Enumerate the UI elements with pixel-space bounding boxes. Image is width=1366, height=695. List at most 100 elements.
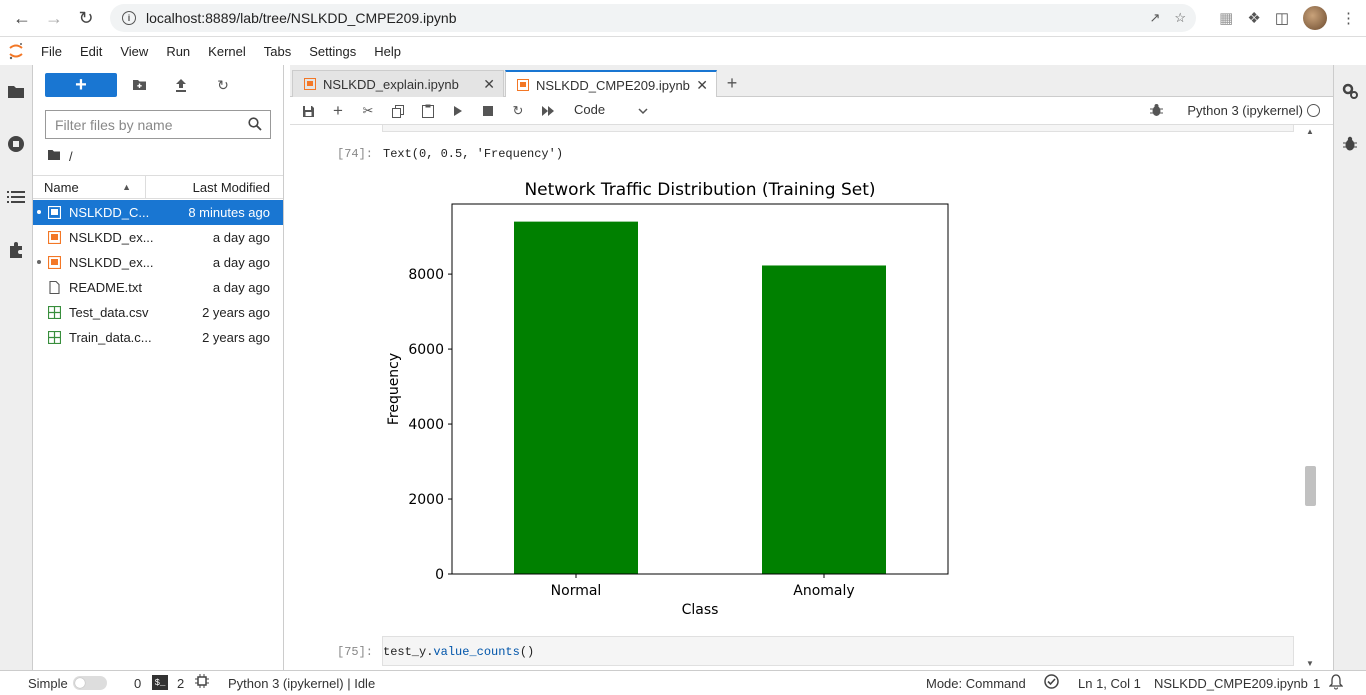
extension-icon[interactable]: ▦ xyxy=(1219,9,1233,27)
breadcrumb-root[interactable]: / xyxy=(69,149,73,164)
file-modified: 8 minutes ago xyxy=(188,205,270,220)
sort-ascending-icon: ▲ xyxy=(122,182,131,192)
menu-tabs[interactable]: Tabs xyxy=(255,44,300,59)
fast-forward-icon[interactable] xyxy=(540,103,556,119)
cursor-position[interactable]: Ln 1, Col 1 xyxy=(1078,676,1141,691)
notebook-content[interactable]: [74]: Text(0, 0.5, 'Frequency') Normal An… xyxy=(290,125,1320,670)
notification-count[interactable]: 1 xyxy=(1313,676,1320,691)
puzzle-icon[interactable]: ❖ xyxy=(1247,9,1260,27)
table-of-contents-icon[interactable] xyxy=(6,187,26,207)
debugger-bug-icon[interactable] xyxy=(1150,103,1163,120)
refresh-icon[interactable]: ↻ xyxy=(213,75,233,95)
file-modified: 2 years ago xyxy=(202,330,270,345)
kernels-count[interactable]: 2 xyxy=(177,676,184,691)
chevron-down-icon[interactable] xyxy=(638,103,648,118)
upload-icon[interactable] xyxy=(171,75,191,95)
code-cell[interactable]: test_y.value_counts() xyxy=(382,636,1294,666)
tab-nslkdd-explain[interactable]: NSLKDD_explain.ipynb ✕ xyxy=(292,70,504,97)
paste-icon[interactable] xyxy=(420,103,436,119)
extensions-puzzle-icon[interactable] xyxy=(6,240,26,260)
file-row-test-data[interactable]: Test_data.csv 2 years ago xyxy=(33,300,283,325)
property-inspector-gear-icon[interactable] xyxy=(1340,81,1360,101)
close-tab-icon[interactable]: ✕ xyxy=(483,76,495,93)
previous-code-cell[interactable] xyxy=(382,125,1294,132)
cell-type-dropdown[interactable]: Code xyxy=(574,102,605,117)
file-name: README.txt xyxy=(69,280,142,295)
input-prompt: [75]: xyxy=(337,645,374,659)
terminal-icon[interactable]: $_ xyxy=(152,675,168,690)
reload-icon[interactable]: ↻ xyxy=(70,2,102,34)
simple-mode-toggle[interactable] xyxy=(73,676,107,690)
menu-file[interactable]: File xyxy=(32,44,71,59)
file-row-train-data[interactable]: Train_data.c... 2 years ago xyxy=(33,325,283,350)
y-tick-label: 6000 xyxy=(408,342,444,358)
site-info-icon[interactable]: i xyxy=(122,11,136,25)
save-icon[interactable] xyxy=(300,103,316,119)
stop-icon[interactable] xyxy=(480,103,496,119)
file-filter-input[interactable]: Filter files by name xyxy=(45,110,271,139)
menu-view[interactable]: View xyxy=(111,44,157,59)
menu-run[interactable]: Run xyxy=(157,44,199,59)
debugger-icon[interactable] xyxy=(1340,134,1360,154)
bar-chart: Normal Anomaly 0 2000 4000 6000 8000 Network Tr… xyxy=(386,180,949,618)
simple-mode-label: Simple xyxy=(28,676,68,691)
close-tab-icon[interactable]: ✕ xyxy=(696,77,708,94)
tab-nslkdd-cmpe209[interactable]: NSLKDD_CMPE209.ipynb ✕ xyxy=(505,70,717,98)
address-bar[interactable]: i localhost:8889/lab/tree/NSLKDD_CMPE209… xyxy=(110,4,1196,32)
kernel-name[interactable]: Python 3 (ipykernel) xyxy=(1187,103,1303,118)
menu-settings[interactable]: Settings xyxy=(300,44,365,59)
kernel-chip-icon[interactable] xyxy=(195,674,209,691)
back-icon[interactable]: ← xyxy=(6,2,38,34)
file-row-readme[interactable]: README.txt a day ago xyxy=(33,275,283,300)
avatar[interactable] xyxy=(1303,6,1327,30)
scroll-down-icon[interactable]: ▼ xyxy=(1306,659,1314,668)
kebab-menu-icon[interactable]: ⋮ xyxy=(1341,9,1356,27)
code-line[interactable]: test_y.value_counts() xyxy=(383,645,534,659)
kernel-status-text[interactable]: Python 3 (ipykernel) | Idle xyxy=(228,676,375,691)
bar-anomaly xyxy=(762,265,886,574)
bookmark-star-icon[interactable]: ☆ xyxy=(1174,10,1186,26)
last-modified-column-header[interactable]: Last Modified xyxy=(146,180,283,195)
document-tabbar: NSLKDD_explain.ipynb ✕ NSLKDD_CMPE209.ip… xyxy=(290,65,1333,98)
browser-toolbar: ← → ↻ i localhost:8889/lab/tree/NSLKDD_C… xyxy=(0,0,1366,37)
file-modified: a day ago xyxy=(212,255,270,270)
cut-icon[interactable]: ✂ xyxy=(360,103,376,119)
file-list-header: Name ▲ Last Modified xyxy=(33,175,283,199)
run-icon[interactable] xyxy=(450,103,466,119)
file-list: NSLKDD_C... 8 minutes ago NSLKDD_ex... a da… xyxy=(33,200,283,350)
jupyter-logo-icon xyxy=(0,37,32,65)
menu-kernel[interactable]: Kernel xyxy=(199,44,255,59)
folder-icon[interactable] xyxy=(6,81,26,101)
add-tab-icon[interactable]: + xyxy=(722,73,742,93)
menu-edit[interactable]: Edit xyxy=(71,44,111,59)
share-icon[interactable]: ↗ xyxy=(1149,10,1160,26)
file-row-nslkdd-explain[interactable]: NSLKDD_ex... a day ago xyxy=(33,225,283,250)
menu-help[interactable]: Help xyxy=(365,44,410,59)
tab-label: NSLKDD_CMPE209.ipynb xyxy=(536,77,690,93)
scroll-thumb[interactable] xyxy=(1305,466,1316,506)
command-mode-text: Mode: Command xyxy=(926,676,1026,691)
new-folder-icon[interactable] xyxy=(129,75,149,95)
file-row-nslkdd-explain-2[interactable]: NSLKDD_ex... a day ago xyxy=(33,250,283,275)
notebook-scrollbar[interactable]: ▲ ▼ xyxy=(1303,125,1316,670)
bell-icon[interactable] xyxy=(1328,674,1344,693)
scroll-up-icon[interactable]: ▲ xyxy=(1306,127,1314,136)
terminals-count[interactable]: 0 xyxy=(134,676,141,691)
running-kernels-icon[interactable] xyxy=(6,134,26,154)
restart-icon[interactable]: ↻ xyxy=(510,103,526,119)
x-tick-label: Normal xyxy=(551,583,602,599)
copy-icon[interactable] xyxy=(390,103,406,119)
csv-file-icon xyxy=(47,330,62,345)
notebook-icon xyxy=(517,79,529,91)
insert-cell-icon[interactable]: + xyxy=(330,101,346,120)
new-launcher-button[interactable]: + xyxy=(45,73,117,97)
home-folder-icon[interactable] xyxy=(47,149,61,164)
notebook-file-icon xyxy=(47,205,62,220)
name-column-header[interactable]: Name ▲ xyxy=(33,176,146,198)
side-panel-icon[interactable]: ◫ xyxy=(1275,9,1289,27)
file-row-nslkdd-cmpe209[interactable]: NSLKDD_C... 8 minutes ago xyxy=(33,200,283,225)
forward-icon[interactable]: → xyxy=(38,2,70,34)
bar-normal xyxy=(514,221,638,574)
trusted-shield-icon[interactable] xyxy=(1044,674,1059,692)
file-name: NSLKDD_ex... xyxy=(69,230,154,245)
